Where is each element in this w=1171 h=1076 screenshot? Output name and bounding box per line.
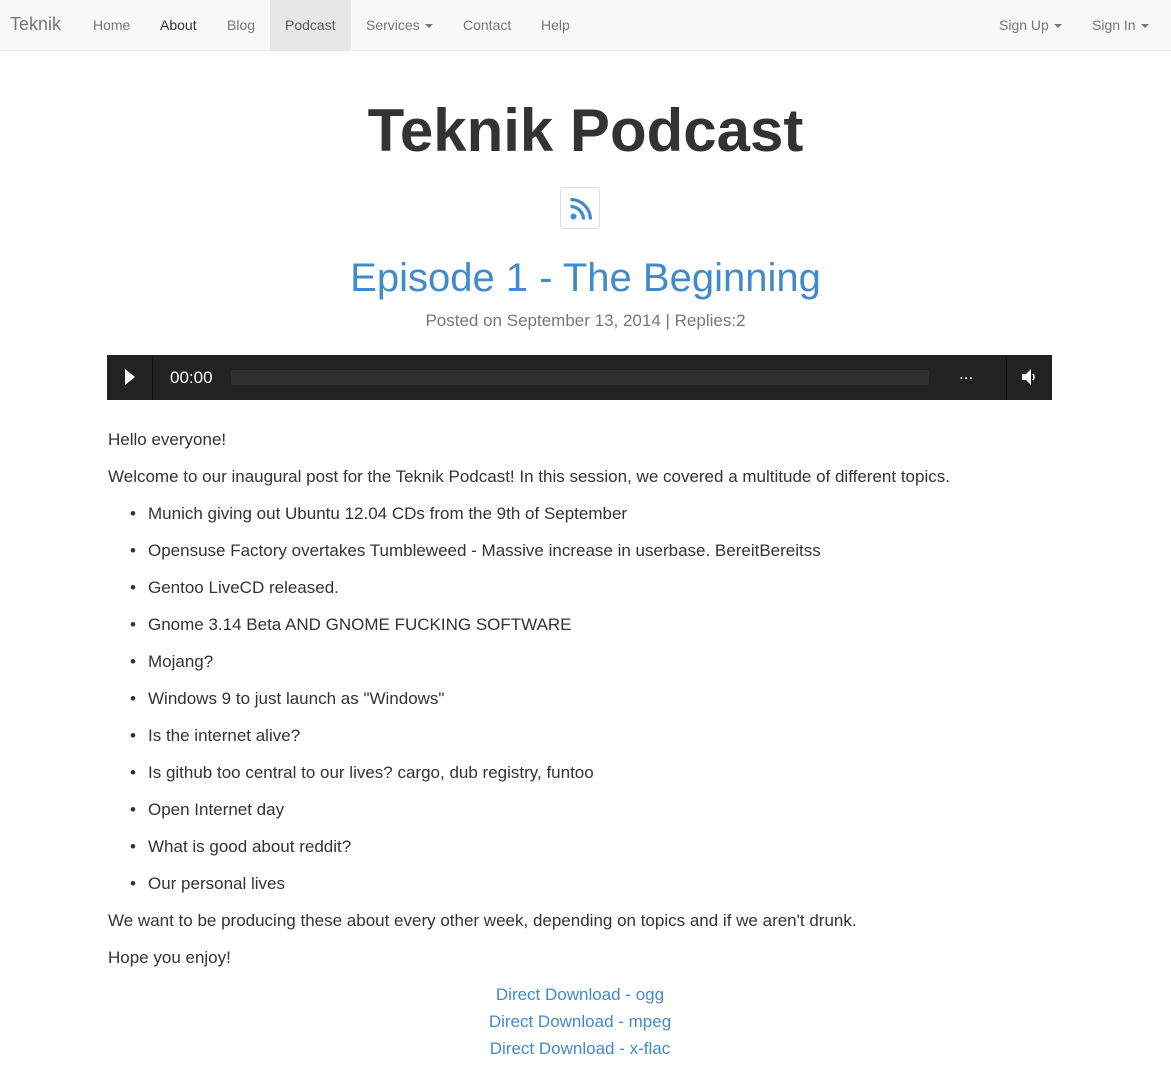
list-item-text: Munich giving out Ubuntu 12.04 CDs from … — [148, 504, 628, 523]
nav-contact[interactable]: Contact — [448, 0, 526, 50]
intro-text: Welcome to our inaugural post for the Te… — [108, 467, 950, 486]
download-mpeg-link[interactable]: Direct Download - mpeg — [0, 1012, 1160, 1032]
chevron-down-icon — [1140, 24, 1149, 29]
audio-player: 00:00 ... — [107, 355, 1052, 400]
page-title: Teknik Podcast — [367, 97, 804, 164]
nav-sign-in[interactable]: Sign In — [1077, 0, 1164, 50]
nav-sign-up-label: Sign Up — [999, 17, 1049, 33]
nav-sign-up[interactable]: Sign Up — [984, 0, 1077, 50]
list-item-text: Mojang? — [148, 652, 214, 671]
volume-button[interactable] — [1006, 355, 1052, 400]
post-meta: Posted on September 13, 2014 | Replies:2 — [425, 311, 746, 330]
brand-link[interactable]: Teknik — [10, 14, 61, 35]
more-options-button[interactable]: ... — [959, 364, 973, 384]
nav-blog[interactable]: Blog — [212, 0, 270, 50]
list-item-text: Open Internet day — [148, 800, 285, 819]
list-item-text: Is github too central to our lives? carg… — [148, 763, 594, 782]
episode-title-link[interactable]: Episode 1 - The Beginning — [0, 256, 1171, 301]
rss-icon — [570, 197, 593, 220]
list-item-text: Gnome 3.14 Beta AND GNOME FUCKING SOFTWA… — [148, 615, 572, 634]
list-item-text: Our personal lives — [148, 874, 286, 893]
nav-podcast[interactable]: Podcast — [270, 0, 351, 50]
chevron-down-icon — [1053, 24, 1062, 29]
play-icon — [125, 369, 135, 385]
volume-icon — [1022, 369, 1035, 385]
nav-home[interactable]: Home — [78, 0, 145, 50]
rss-button[interactable] — [560, 187, 600, 229]
progress-track[interactable] — [231, 370, 929, 385]
nav-about[interactable]: About — [145, 0, 212, 50]
nav-help[interactable]: Help — [526, 0, 585, 50]
download-ogg-link[interactable]: Direct Download - ogg — [0, 985, 1160, 1005]
list-item-text: Gentoo LiveCD released. — [148, 578, 339, 597]
chevron-down-icon — [424, 24, 433, 29]
nav-services[interactable]: Services — [351, 0, 448, 50]
time-display: 00:00 — [170, 368, 213, 387]
nav-services-label: Services — [366, 17, 420, 33]
outro-text: We want to be producing these about ever… — [108, 911, 857, 930]
nav-sign-in-label: Sign In — [1092, 17, 1136, 33]
list-item-text: What is good about reddit? — [148, 837, 352, 856]
list-item-text: Opensuse Factory overtakes Tumbleweed - … — [148, 541, 821, 560]
greeting-text: Hello everyone! — [108, 430, 227, 449]
closing-text: Hope you enjoy! — [108, 948, 231, 967]
list-item-text: Is the internet alive? — [148, 726, 301, 745]
list-item-text: Windows 9 to just launch as "Windows" — [148, 689, 445, 708]
navbar: Teknik Home About Blog Podcast Services … — [0, 0, 1171, 51]
play-button[interactable] — [107, 355, 153, 400]
download-flac-link[interactable]: Direct Download - x-flac — [0, 1039, 1160, 1059]
